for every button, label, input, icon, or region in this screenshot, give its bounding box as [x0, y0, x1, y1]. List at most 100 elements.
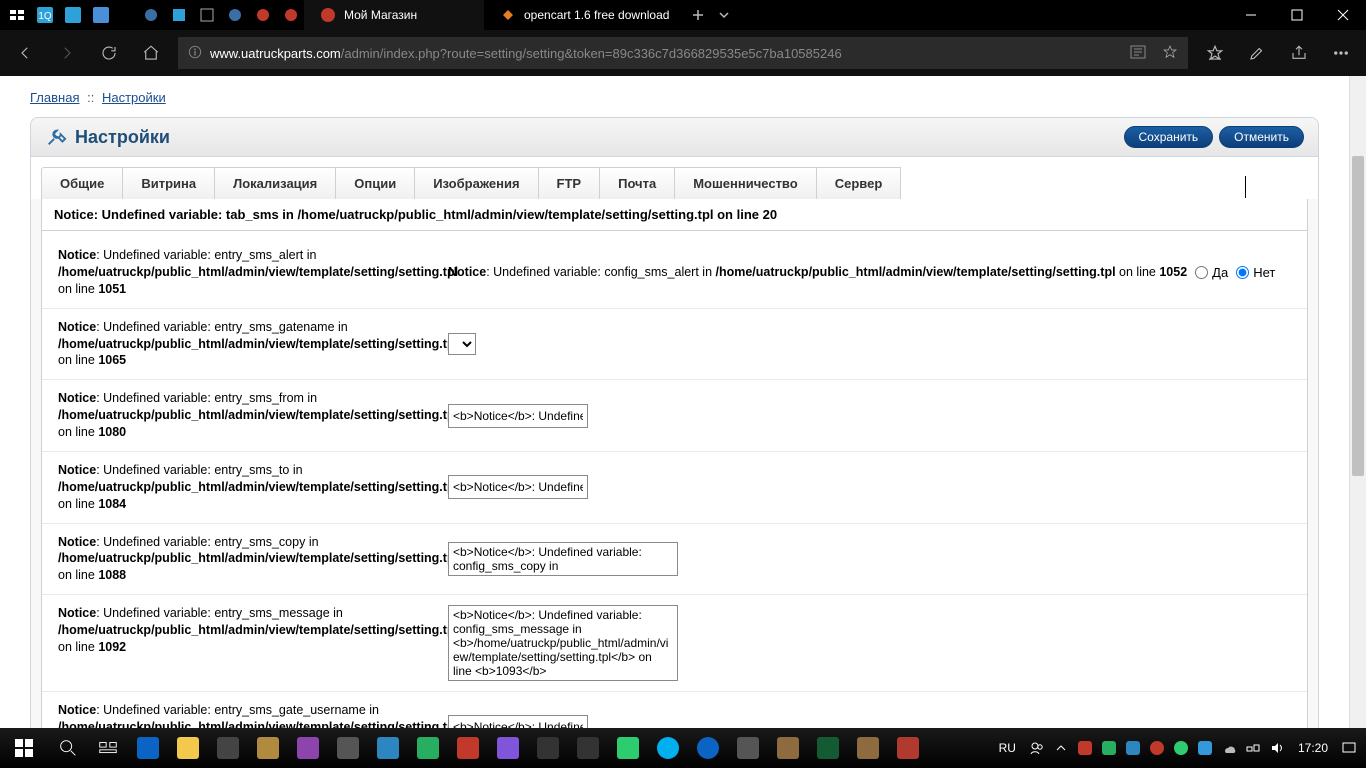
label-sms-from: Notice: Undefined variable: entry_sms_fr…	[58, 390, 448, 441]
task-app-icon[interactable]	[368, 728, 408, 768]
task-app-icon[interactable]	[448, 728, 488, 768]
app-icon: 1Q	[32, 2, 58, 28]
task-app-icon[interactable]	[408, 728, 448, 768]
input-sms-from[interactable]	[448, 404, 588, 428]
radio-sms-alert-no[interactable]: Нет	[1236, 265, 1275, 280]
task-app-icon[interactable]	[248, 728, 288, 768]
task-app-icon[interactable]	[208, 728, 248, 768]
address-bar[interactable]: www.uatruckparts.com/admin/index.php?rou…	[178, 37, 1188, 69]
task-app-icon[interactable]	[288, 728, 328, 768]
breadcrumb: Главная :: Настройки	[0, 76, 1349, 113]
tray-clock[interactable]: 17:20	[1290, 741, 1336, 755]
share-icon[interactable]	[1278, 30, 1320, 76]
tray-app-icon[interactable]	[1146, 728, 1168, 768]
textarea-sms-message[interactable]: <b>Notice</b>: Undefined variable: confi…	[448, 605, 678, 681]
scrollbar-thumb[interactable]	[1352, 156, 1364, 476]
tab-favicon-icon	[320, 7, 336, 23]
red-dot-icon	[278, 2, 304, 28]
nav-home-button[interactable]	[130, 30, 172, 76]
window-minimize-button[interactable]	[1228, 0, 1274, 30]
input-sms-to[interactable]	[448, 475, 588, 499]
task-app-icon[interactable]	[728, 728, 768, 768]
label-sms-message: Notice: Undefined variable: entry_sms_me…	[58, 605, 448, 681]
nav-forward-button[interactable]	[46, 30, 88, 76]
more-menu-icon[interactable]	[1320, 30, 1362, 76]
select-sms-gatename[interactable]	[448, 333, 476, 355]
browser-tab[interactable]: opencart 1.6 free download	[484, 0, 685, 30]
task-app-icon[interactable]	[128, 728, 168, 768]
label-sms-gatename: Notice: Undefined variable: entry_sms_ga…	[58, 319, 448, 370]
reader-mode-icon[interactable]	[1130, 44, 1146, 63]
tray-people-icon[interactable]	[1026, 728, 1048, 768]
breadcrumb-here[interactable]: Настройки	[102, 90, 166, 105]
task-app-icon[interactable]	[608, 728, 648, 768]
cancel-button[interactable]: Отменить	[1219, 126, 1304, 148]
save-button[interactable]: Сохранить	[1124, 126, 1214, 148]
nav-back-button[interactable]	[4, 30, 46, 76]
page-scrollbar[interactable]	[1349, 76, 1366, 728]
window-maximize-button[interactable]	[1274, 0, 1320, 30]
tray-app-icon[interactable]	[1074, 728, 1096, 768]
site-info-icon[interactable]	[188, 45, 202, 62]
tray-onedrive-icon[interactable]	[1218, 728, 1240, 768]
new-tab-button[interactable]	[685, 2, 711, 28]
red-dot-icon	[250, 2, 276, 28]
task-search-icon[interactable]	[48, 728, 88, 768]
tab-fraud[interactable]: Мошенничество	[674, 167, 817, 199]
breadcrumb-home[interactable]: Главная	[30, 90, 79, 105]
favorite-star-icon[interactable]	[1162, 44, 1178, 63]
textarea-sms-copy[interactable]: <b>Notice</b>: Undefined variable: confi…	[448, 542, 678, 576]
radio-sms-alert-yes[interactable]: Да	[1195, 265, 1228, 280]
task-app-icon[interactable]	[568, 728, 608, 768]
task-explorer-icon[interactable]	[168, 728, 208, 768]
task-skype-icon[interactable]	[648, 728, 688, 768]
tab-ftp[interactable]: FTP	[538, 167, 601, 199]
browser-toolbar: www.uatruckparts.com/admin/index.php?rou…	[0, 30, 1366, 76]
tab-store[interactable]: Витрина	[122, 167, 215, 199]
tabs-chevron-icon[interactable]	[711, 2, 737, 28]
tray-app-icon[interactable]	[1170, 728, 1192, 768]
tray-app-icon[interactable]	[1098, 728, 1120, 768]
reading-list-icon[interactable]	[1194, 30, 1236, 76]
window-close-button[interactable]	[1320, 0, 1366, 30]
settings-panel: Настройки Сохранить Отменить Общие Витри…	[30, 117, 1319, 728]
tab-mail[interactable]: Почта	[599, 167, 675, 199]
tray-chevron-up-icon[interactable]	[1050, 728, 1072, 768]
task-app-icon[interactable]	[528, 728, 568, 768]
tab-label: opencart 1.6 free download	[524, 8, 669, 22]
browser-tab-active[interactable]: Мой Магазин	[304, 0, 484, 30]
start-button[interactable]	[0, 728, 48, 768]
tray-network-icon[interactable]	[1242, 728, 1264, 768]
tab-general[interactable]: Общие	[41, 167, 123, 199]
tab-favicon-icon	[500, 7, 516, 23]
svg-text:1Q: 1Q	[38, 11, 52, 22]
tray-language[interactable]: RU	[991, 741, 1024, 755]
blue-sq-icon	[166, 2, 192, 28]
task-taskview-icon[interactable]	[88, 728, 128, 768]
task-filezilla-icon[interactable]	[888, 728, 928, 768]
settings-wrench-icon	[45, 126, 67, 148]
tray-notifications-icon[interactable]	[1338, 728, 1360, 768]
app-icon-2	[60, 2, 86, 28]
nav-refresh-button[interactable]	[88, 30, 130, 76]
label-sms-alert: Notice: Undefined variable: entry_sms_al…	[58, 247, 448, 298]
label-sms-gate-username: Notice: Undefined variable: entry_sms_ga…	[58, 702, 448, 728]
notes-icon[interactable]	[1236, 30, 1278, 76]
tab-local[interactable]: Локализация	[214, 167, 336, 199]
task-app-icon[interactable]	[488, 728, 528, 768]
label-sms-to: Notice: Undefined variable: entry_sms_to…	[58, 462, 448, 513]
tray-volume-icon[interactable]	[1266, 728, 1288, 768]
task-app-icon[interactable]	[768, 728, 808, 768]
tab-option[interactable]: Опции	[335, 167, 415, 199]
task-app-icon[interactable]	[848, 728, 888, 768]
window-icon	[194, 2, 220, 28]
tab-image[interactable]: Изображения	[414, 167, 538, 199]
task-edge-icon[interactable]	[688, 728, 728, 768]
input-sms-gate-username[interactable]	[448, 715, 588, 728]
taskview-icon[interactable]	[4, 2, 30, 28]
tray-app-icon[interactable]	[1122, 728, 1144, 768]
task-app-icon[interactable]	[808, 728, 848, 768]
task-app-icon[interactable]	[328, 728, 368, 768]
tray-app-icon[interactable]	[1194, 728, 1216, 768]
tab-server[interactable]: Сервер	[816, 167, 902, 199]
